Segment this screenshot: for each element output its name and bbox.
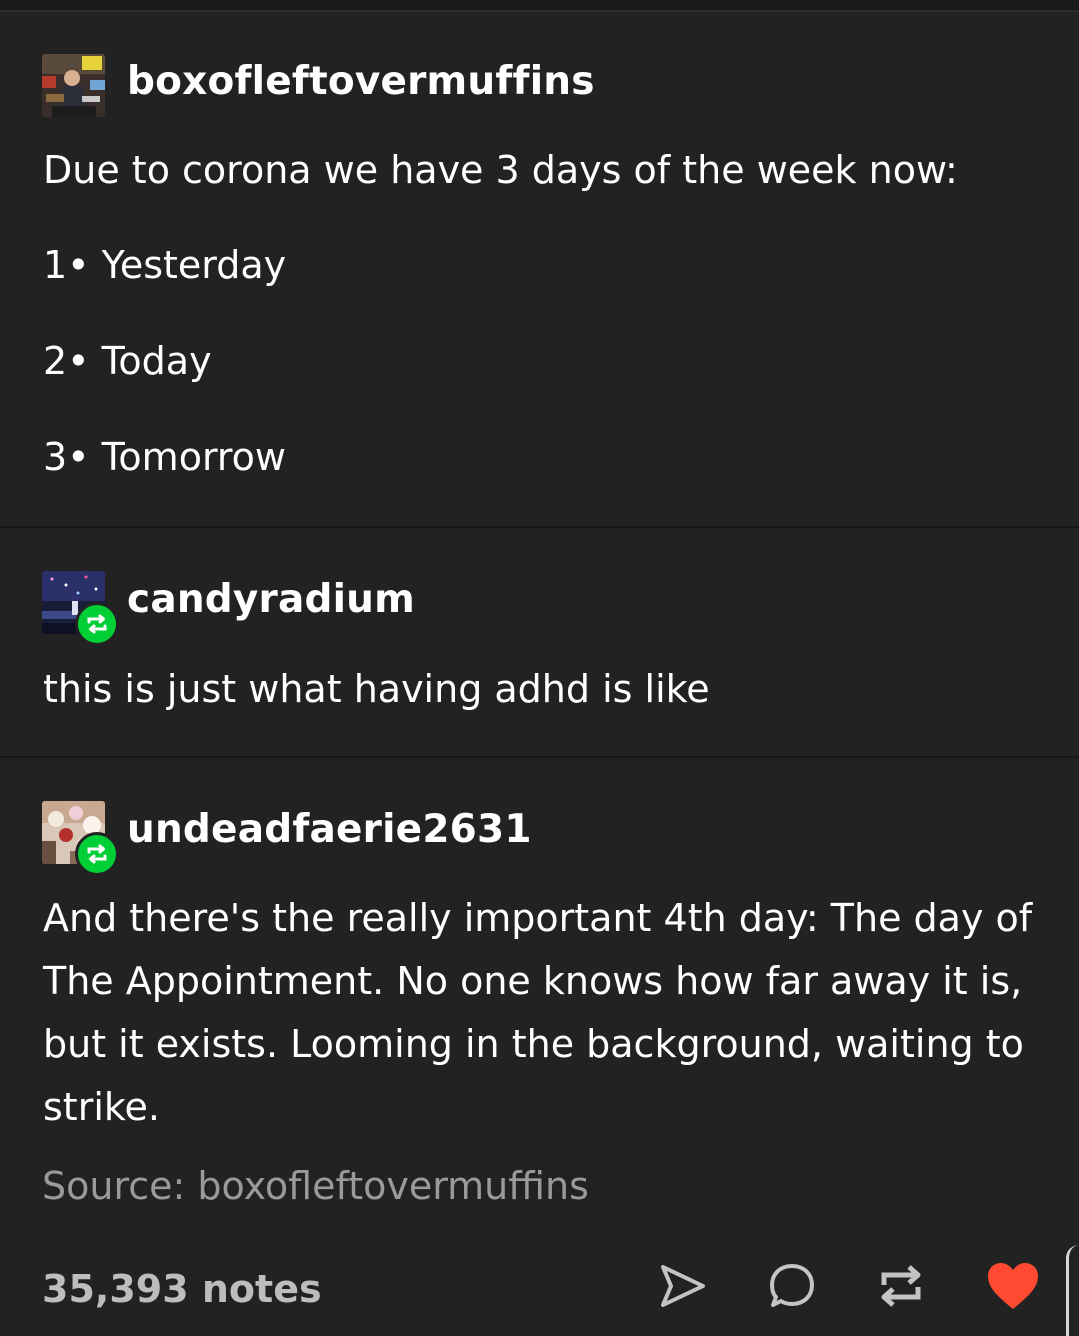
reblog-icon[interactable] xyxy=(873,1258,929,1314)
post-text: this is just what having adhd is like xyxy=(43,667,710,711)
avatar-boxofleftovermuffins[interactable] xyxy=(42,54,105,117)
post-text-line: but it exists. Looming in the background… xyxy=(43,1022,1024,1066)
notes-count[interactable]: 35,393 notes xyxy=(42,1264,322,1314)
top-divider xyxy=(0,0,1079,12)
source-link[interactable]: Source: boxofleftovermuffins xyxy=(42,1161,589,1211)
post-original: boxofleftovermuffins Due to corona we ha… xyxy=(0,12,1079,526)
post-text-line: Due to corona we have 3 days of the week… xyxy=(43,148,958,192)
post-text-line: And there's the really important 4th day… xyxy=(43,896,1033,940)
post-username[interactable]: candyradium xyxy=(127,576,415,624)
reblog-badge-icon xyxy=(75,832,119,876)
send-icon[interactable] xyxy=(654,1258,710,1314)
comment-icon[interactable] xyxy=(764,1258,820,1314)
post-text-line: strike. xyxy=(43,1085,160,1129)
post-reblog-candyradium: candyradium this is just what having adh… xyxy=(0,528,1079,756)
post-reblog-undeadfaerie2631: undeadfaerie2631 And there's the really … xyxy=(0,758,1079,1336)
reblog-badge-icon xyxy=(75,602,119,646)
like-heart-icon[interactable] xyxy=(985,1258,1041,1314)
post-text-line: The Appointment. No one knows how far aw… xyxy=(43,959,1023,1003)
scrollbar-edge[interactable] xyxy=(1066,1245,1079,1336)
list-item-today: 2• Today xyxy=(43,339,212,383)
list-item-tomorrow: 3• Tomorrow xyxy=(43,435,287,479)
post-username[interactable]: boxofleftovermuffins xyxy=(127,58,595,106)
list-item-yesterday: 1• Yesterday xyxy=(43,243,287,287)
post-username[interactable]: undeadfaerie2631 xyxy=(127,806,532,854)
